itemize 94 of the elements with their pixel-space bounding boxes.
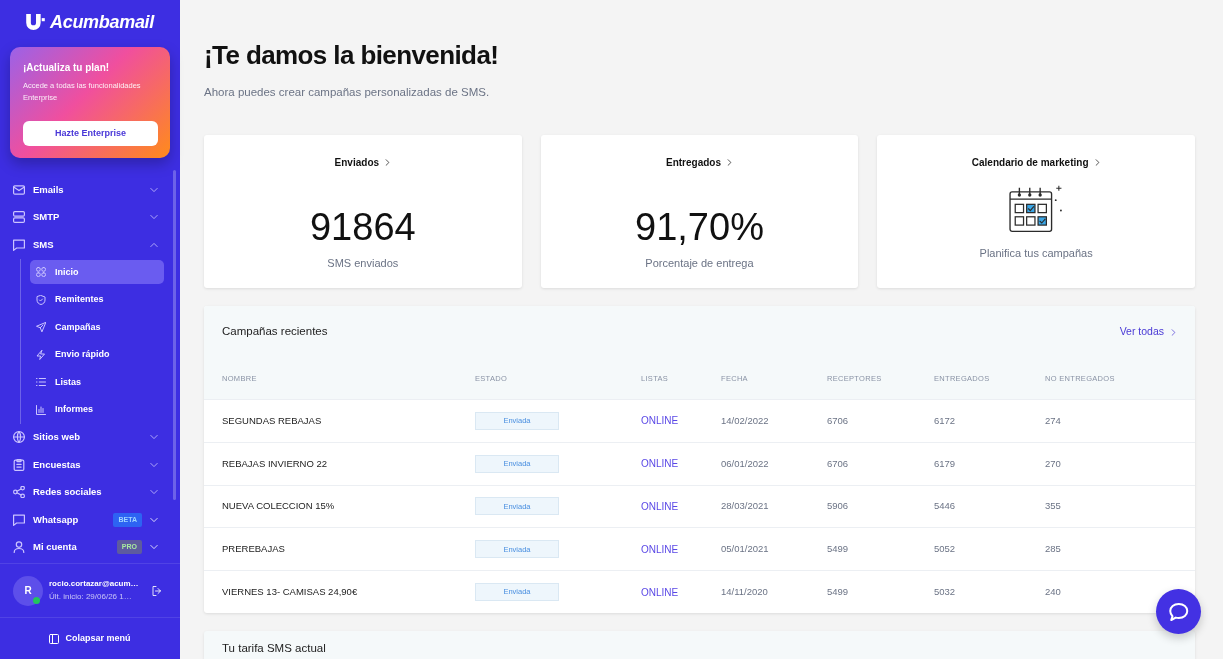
card-caption: Planifica tus campañas xyxy=(979,246,1093,260)
stat-value: 91,70% xyxy=(635,205,764,249)
upgrade-button[interactable]: Hazte Enterprise xyxy=(23,121,158,146)
table-cell-text: 14/11/2020 xyxy=(721,584,768,599)
table-cell: 5499 xyxy=(827,542,849,557)
list-link[interactable]: ONLINE xyxy=(641,584,679,600)
chevron-down-icon[interactable] xyxy=(150,515,158,524)
card-title-link[interactable]: Enviados xyxy=(334,155,392,169)
logo-icon xyxy=(25,14,45,30)
sidebar-panel-icon xyxy=(49,633,60,644)
chevron-down-icon[interactable] xyxy=(150,460,158,469)
nav-item[interactable]: Emails xyxy=(0,176,180,204)
table-cell: 14/02/2022 xyxy=(721,413,769,428)
server-icon xyxy=(13,211,25,224)
subnav-item[interactable]: Listas xyxy=(30,370,164,395)
section-title: Campañas recientes xyxy=(222,324,328,340)
chevron-down-icon[interactable] xyxy=(150,488,158,497)
clipboard-icon xyxy=(13,458,25,471)
shield-check-icon xyxy=(36,294,46,305)
table-cell: REBAJAS INVIERNO 22 xyxy=(222,456,328,471)
stat-caption: Porcentaje de entrega xyxy=(645,256,754,270)
table-cell: PREREBAJAS xyxy=(222,542,285,557)
chevron-right-icon xyxy=(384,158,392,166)
table-cell: 6706 xyxy=(827,413,849,428)
chevron-right-icon xyxy=(726,158,733,166)
stat-value: 91864 xyxy=(310,205,416,249)
brand-name: Acumbamail xyxy=(49,11,154,33)
table-cell: 6179 xyxy=(934,456,956,471)
chevron-down-icon[interactable] xyxy=(150,543,158,552)
chevron-right-icon xyxy=(1093,158,1101,166)
send-icon xyxy=(36,322,46,333)
nav-item[interactable]: Redes sociales xyxy=(0,478,180,506)
card-title-link[interactable]: Entregados xyxy=(666,155,733,169)
last-login-text: Últ. inicio: 29/06/26 1… xyxy=(49,592,133,602)
chevron-up-icon[interactable] xyxy=(150,240,158,249)
table-cell: 06/01/2022 xyxy=(721,456,769,471)
table-cell: 270 xyxy=(1045,456,1061,471)
table-cell: 05/01/2021 xyxy=(721,542,769,557)
list-link[interactable]: ONLINE xyxy=(641,499,679,514)
card-title-link[interactable]: Calendario de marketing xyxy=(971,155,1101,169)
table-cell: 5446 xyxy=(934,499,956,514)
table-cell: 5052 xyxy=(934,542,956,557)
grid-icon xyxy=(36,267,46,278)
table-cell: 6172 xyxy=(934,413,956,428)
view-all-link[interactable]: Ver todas xyxy=(1119,324,1177,340)
user-icon xyxy=(13,541,25,554)
share-icon xyxy=(13,486,25,499)
list-link[interactable]: ONLINE xyxy=(641,456,679,472)
subnav-item[interactable]: Envio rápido xyxy=(30,342,164,367)
table-cell: 28/03/2021 xyxy=(721,499,769,514)
table-cell: 5906 xyxy=(827,499,849,514)
table-cell: 274 xyxy=(1045,413,1061,428)
chevron-down-icon[interactable] xyxy=(150,213,158,222)
table-cell: 6706 xyxy=(827,456,849,471)
stat-caption: SMS enviados xyxy=(327,256,399,270)
table-cell: 355 xyxy=(1045,499,1061,514)
table-cell-text: 5032 xyxy=(934,584,956,599)
collapse-menu-button[interactable]: Colapsar menú xyxy=(49,631,131,646)
page-title: ¡Te damos la bienvenida! xyxy=(204,40,500,70)
chevron-down-icon[interactable] xyxy=(150,433,158,442)
chat-bubble-icon xyxy=(1168,602,1189,621)
chat-icon xyxy=(13,238,25,251)
envelope-icon xyxy=(13,183,25,196)
chat-icon xyxy=(13,513,25,526)
chevron-down-icon[interactable] xyxy=(150,185,158,194)
user-avatar: R xyxy=(13,575,43,606)
list-link[interactable]: ONLINE xyxy=(641,541,679,557)
globe-icon xyxy=(13,431,25,444)
chevron-right-icon xyxy=(1170,328,1177,336)
nav-item[interactable]: Sitios web xyxy=(0,423,180,451)
subnav-item[interactable]: Informes xyxy=(30,397,164,422)
calendar-illustration xyxy=(1009,185,1064,233)
lightning-icon xyxy=(36,349,46,360)
nav-item[interactable]: Encuestas xyxy=(0,451,180,479)
logout-icon[interactable] xyxy=(152,585,162,596)
table-cell-text: 240 xyxy=(1045,584,1061,599)
table-cell: SEGUNDAS REBAJAS xyxy=(222,413,322,428)
user-email: rocio.cortazar@acum… xyxy=(49,579,139,589)
table-cell-text: 5499 xyxy=(827,584,849,599)
subnav-item[interactable]: Campañas xyxy=(30,315,164,340)
table-cell: NUEVA COLECCION 15% xyxy=(222,499,335,514)
nav-item[interactable]: SMS xyxy=(0,231,180,259)
list-link[interactable]: ONLINE xyxy=(641,413,679,429)
scrollbar-thumb[interactable] xyxy=(173,170,176,500)
bar-chart-icon xyxy=(36,404,46,415)
subnav-item[interactable]: Inicio xyxy=(30,260,164,285)
subnav-item[interactable]: Remitentes xyxy=(30,287,164,312)
list-icon xyxy=(36,377,46,388)
table-cell: 285 xyxy=(1045,542,1061,557)
table-cell-text: VIERNES 13- CAMISAS 24,90€ xyxy=(222,584,358,599)
nav-item[interactable]: SMTP xyxy=(0,203,180,231)
page-subtitle: Ahora puedes crear campañas personalizadas de SMS. xyxy=(204,85,491,99)
promo-title: ¡Actualiza tu plan! xyxy=(23,61,111,75)
section-title: Tu tarifa SMS actual xyxy=(222,641,327,655)
